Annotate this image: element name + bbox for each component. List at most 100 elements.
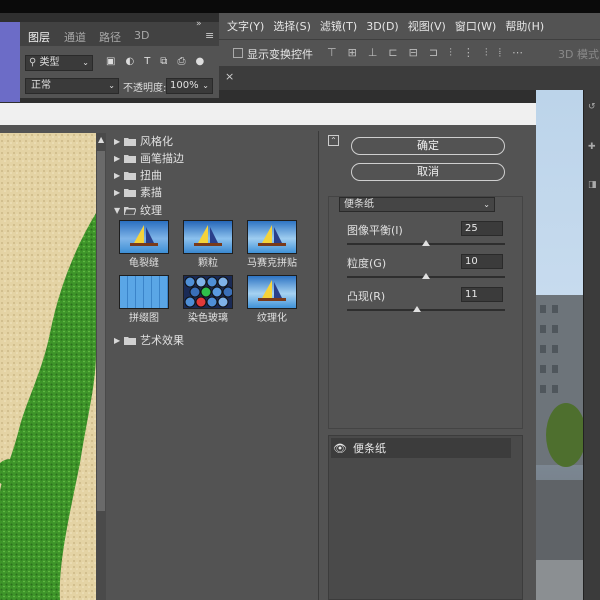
expand-arrow-icon: ▶ <box>114 153 121 163</box>
thumb-craquelure[interactable] <box>119 220 169 254</box>
right-panel-strip[interactable]: ↺ ✚ ◨ <box>583 90 600 600</box>
opacity-label: 不透明度: <box>123 83 167 94</box>
folder-icon <box>124 188 136 197</box>
eye-icon[interactable]: 👁 <box>331 442 349 455</box>
category-sketch[interactable]: ▶ 素描 <box>114 184 162 200</box>
thumb-patchwork[interactable] <box>119 275 169 309</box>
image-balance-input[interactable]: 25 <box>461 221 503 236</box>
category-label: 画笔描边 <box>140 152 184 165</box>
open-folder-icon <box>124 206 136 215</box>
distribute-left-icon[interactable]: ⦙ <box>499 46 501 60</box>
thumb-mosaic-tiles[interactable] <box>247 220 297 254</box>
menu-filter[interactable]: 滤镜(T) <box>320 18 357 34</box>
thumb-label: 纹理化 <box>257 313 287 324</box>
tab-3d[interactable]: 3D <box>134 29 149 42</box>
tab-channels[interactable]: 通道 <box>64 29 86 45</box>
type-filter-icon[interactable]: T <box>144 56 150 67</box>
menu-window[interactable]: 窗口(W) <box>455 18 496 34</box>
cancel-button[interactable]: 取消 <box>351 163 505 181</box>
tool-icon[interactable]: ↺ <box>588 102 596 112</box>
mode-3d-label: 3D 模式: <box>558 48 600 61</box>
category-label: 风格化 <box>140 135 173 148</box>
sailboat-icon <box>130 225 158 246</box>
opacity-value: 100% <box>170 80 199 91</box>
align-bottom-icon[interactable]: ⊥ <box>368 46 378 60</box>
thumb-texturizer[interactable] <box>247 275 297 309</box>
tab-layers[interactable]: 图层 <box>28 29 50 45</box>
adjustment-filter-icon[interactable]: ◐ <box>125 56 134 67</box>
menu-help[interactable]: 帮助(H) <box>505 18 544 34</box>
opacity-input[interactable]: 100% ⌄ <box>166 78 213 94</box>
canvas-photo <box>536 90 583 600</box>
panel-menu-icon[interactable]: ≡ <box>205 29 214 42</box>
graininess-label: 粒度(G) <box>347 257 387 270</box>
document-tab-bar: × <box>219 66 600 90</box>
relief-input[interactable]: 11 <box>461 287 503 302</box>
image-balance-label: 图像平衡(I) <box>347 224 403 237</box>
blend-mode-value: 正常 <box>31 80 51 91</box>
graininess-input[interactable]: 10 <box>461 254 503 269</box>
distribute-vcenter-icon[interactable]: ⋮ <box>463 46 474 60</box>
menu-type[interactable]: 文字(Y) <box>227 18 264 34</box>
distribute-hcenter-icon[interactable]: ⋯ <box>512 46 523 60</box>
relief-slider[interactable] <box>347 309 505 311</box>
thumb-stained-glass[interactable] <box>183 275 234 309</box>
align-top-icon[interactable]: ⊤ <box>327 46 337 60</box>
filter-category-list: ▶ 风格化 ▶ 画笔描边 ▶ 扭曲 ▶ 素描 ▼ 纹理 龟裂缝 颗粒 马赛克拼贴… <box>110 131 319 600</box>
preview-scrollbar[interactable]: ▲ <box>96 133 106 600</box>
blend-mode-select[interactable]: 正常 ⌄ <box>25 78 119 94</box>
tool-icon[interactable]: ✚ <box>588 142 596 152</box>
filter-toggle-icon[interactable]: ● <box>195 56 204 67</box>
category-stylize[interactable]: ▶ 风格化 <box>114 133 173 149</box>
image-balance-slider-thumb[interactable] <box>422 240 430 246</box>
close-icon[interactable]: × <box>225 70 234 83</box>
collapse-icon[interactable]: » <box>196 19 202 29</box>
scroll-thumb[interactable] <box>97 151 105 511</box>
filter-gallery-dialog: ▲ ▶ 风格化 ▶ 画笔描边 ▶ 扭曲 ▶ 素描 ▼ 纹理 龟裂缝 颗粒 马赛克… <box>0 103 536 600</box>
ok-button[interactable]: 确定 <box>351 137 505 155</box>
effect-layer-name: 便条纸 <box>353 442 386 455</box>
thumb-label: 马赛克拼贴 <box>247 258 297 269</box>
distribute-bottom-icon[interactable]: ⫶ <box>485 46 488 60</box>
show-transform-checkbox[interactable] <box>233 48 243 58</box>
menu-3d[interactable]: 3D(D) <box>366 20 399 33</box>
filter-preview[interactable] <box>0 133 96 600</box>
folder-icon <box>124 137 136 146</box>
align-vcenter-icon[interactable]: ⊞ <box>348 46 357 60</box>
expand-arrow-icon: ▶ <box>114 136 121 146</box>
thumb-grain[interactable] <box>183 220 233 254</box>
category-texture[interactable]: ▼ 纹理 <box>114 202 162 218</box>
layers-panel: 图层 通道 路径 3D » ≡ ⚲ 类型 ⌄ ▣ ◐ T ⧉ ⎙ ● 正常 ⌄ … <box>20 19 219 98</box>
shape-filter-icon[interactable]: ⧉ <box>160 56 167 67</box>
relief-slider-thumb[interactable] <box>412 306 421 312</box>
chevron-down-icon: ⌄ <box>483 200 490 209</box>
menu-view[interactable]: 视图(V) <box>408 18 446 34</box>
chevron-down-icon: ⌄ <box>108 81 115 90</box>
category-label: 艺术效果 <box>140 334 184 347</box>
building-illustration <box>536 295 583 600</box>
align-right-icon[interactable]: ⊐ <box>429 46 438 60</box>
dialog-title-bar[interactable] <box>0 103 536 125</box>
layer-filter-select[interactable]: ⚲ 类型 ⌄ <box>25 55 93 71</box>
graininess-slider-thumb[interactable] <box>422 273 430 279</box>
relief-label: 凸现(R) <box>347 290 386 303</box>
align-hcenter-icon[interactable]: ⊟ <box>409 46 418 60</box>
effect-layers-list: 👁 便条纸 <box>328 435 523 600</box>
collapse-arrow-icon: ▼ <box>114 205 121 215</box>
scroll-up-icon[interactable]: ▲ <box>98 135 104 144</box>
filter-select[interactable]: 便条纸 ⌄ <box>339 197 495 212</box>
tool-icon[interactable]: ◨ <box>588 180 597 190</box>
collapse-gallery-icon[interactable]: ⌃ <box>328 135 339 146</box>
smart-object-filter-icon[interactable]: ⎙ <box>177 56 185 67</box>
effect-layer-row[interactable]: 👁 便条纸 <box>331 438 511 458</box>
category-distort[interactable]: ▶ 扭曲 <box>114 167 162 183</box>
tab-paths[interactable]: 路径 <box>99 29 121 45</box>
menu-select[interactable]: 选择(S) <box>273 18 311 34</box>
category-brush-strokes[interactable]: ▶ 画笔描边 <box>114 150 184 166</box>
category-artistic[interactable]: ▶ 艺术效果 <box>114 332 184 348</box>
image-filter-icon[interactable]: ▣ <box>106 56 115 67</box>
top-black-bar <box>0 0 600 13</box>
align-left-icon[interactable]: ⊏ <box>388 46 397 60</box>
thumb-label: 龟裂缝 <box>129 258 159 269</box>
distribute-top-icon[interactable]: ⫶ <box>449 46 452 60</box>
